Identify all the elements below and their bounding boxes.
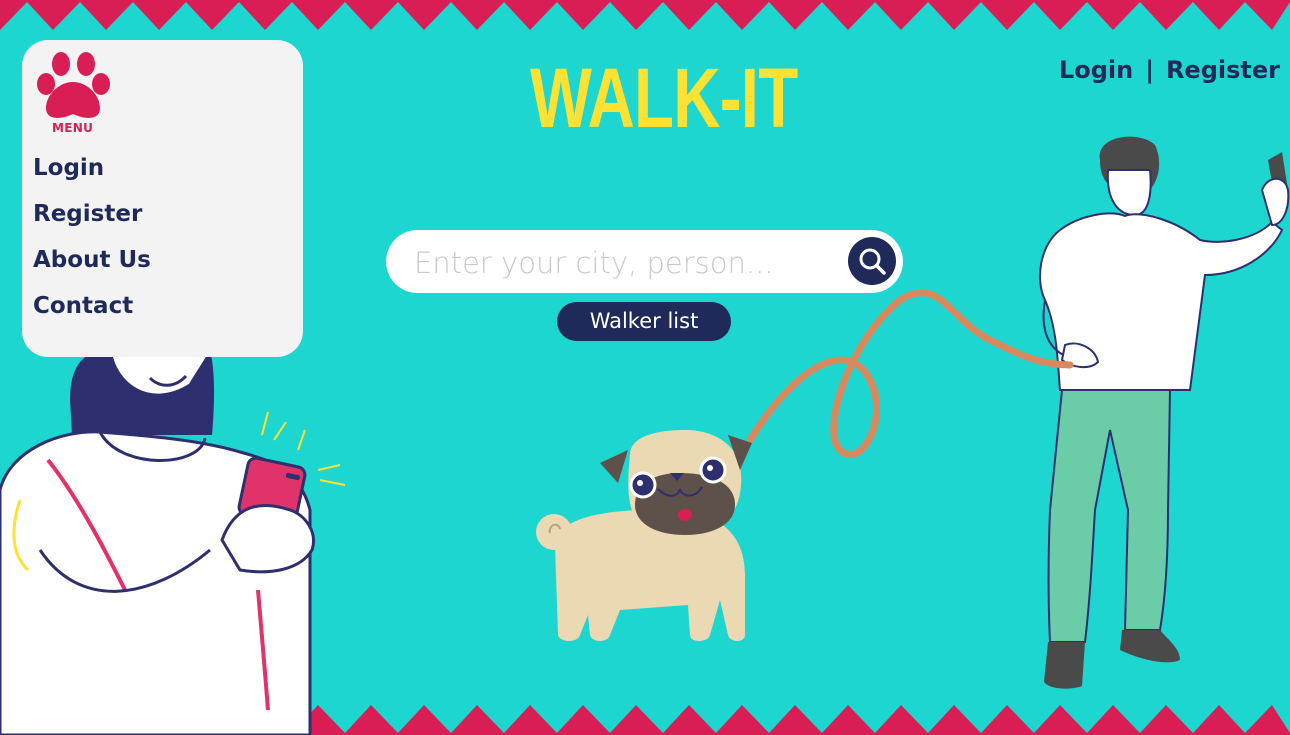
menu-list: Login Register About Us Contact [33,150,151,334]
search-bar [386,230,903,293]
leash-illustration [746,289,1074,458]
header-separator: | [1145,56,1154,84]
menu-panel: MENU Login Register About Us Contact [22,40,303,357]
menu-item-contact[interactable]: Contact [33,288,151,334]
menu-item-login[interactable]: Login [33,150,151,196]
search-input[interactable] [412,242,836,284]
search-icon [859,248,886,275]
pug-illustration [536,430,752,641]
search-button[interactable] [848,237,896,285]
walker-list-button[interactable]: Walker list [557,302,731,341]
brand-logo-title: WALK-IT [530,51,798,145]
menu-item-register[interactable]: Register [33,196,151,242]
header-login-link[interactable]: Login [1059,56,1133,84]
header-register-link[interactable]: Register [1166,56,1280,84]
header-auth-links: Login | Register [1059,56,1280,84]
woman-with-phone-illustration [0,348,346,735]
menu-caption: MENU [52,121,94,135]
paw-icon[interactable] [34,48,112,122]
top-zigzag-border [0,0,1290,30]
menu-item-about-us[interactable]: About Us [33,242,151,288]
